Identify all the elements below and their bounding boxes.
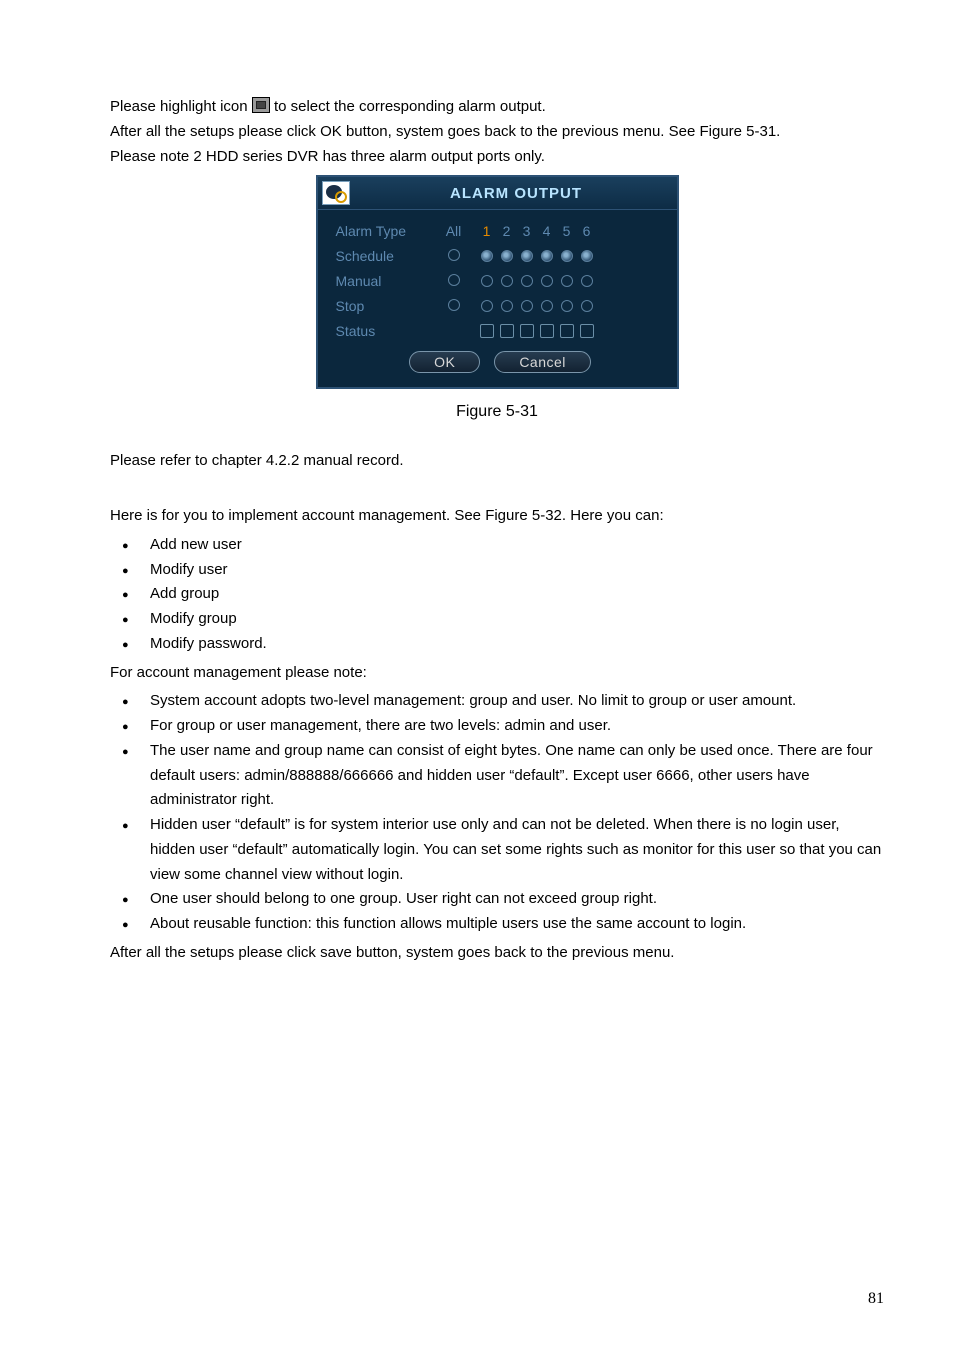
col-3: 3	[520, 223, 534, 239]
stop-radio-2[interactable]	[501, 300, 513, 312]
status-box-1	[480, 324, 494, 338]
label-stop: Stop	[336, 298, 434, 314]
status-box-4	[540, 324, 554, 338]
alarm-title-text: ALARM OUTPUT	[356, 185, 677, 202]
row-schedule: Schedule	[336, 243, 665, 268]
schedule-all-radio[interactable]	[448, 249, 460, 261]
manual-radio-6[interactable]	[581, 275, 593, 287]
list-item: The user name and group name can consist…	[150, 739, 884, 813]
list-item: System account adopts two-level manageme…	[150, 689, 884, 714]
col-4: 4	[540, 223, 554, 239]
alarm-output-panel: ALARM OUTPUT Alarm Type All 1 2 3 4 5 6	[316, 175, 679, 389]
figure-5-31: ALARM OUTPUT Alarm Type All 1 2 3 4 5 6	[110, 175, 884, 421]
manual-radio-5[interactable]	[561, 275, 573, 287]
account-closing: After all the setups please click save b…	[110, 941, 884, 966]
manual-radio-2[interactable]	[501, 275, 513, 287]
schedule-radio-6[interactable]	[581, 250, 593, 262]
schedule-radio-1[interactable]	[481, 250, 493, 262]
figure-caption: Figure 5-31	[110, 403, 884, 421]
list-item: About reusable function: this function a…	[150, 912, 884, 937]
list-item: Modify user	[150, 558, 884, 583]
col-2: 2	[500, 223, 514, 239]
ok-button[interactable]: OK	[409, 351, 480, 373]
record-body: Please refer to chapter 4.2.2 manual rec…	[110, 449, 884, 474]
row-stop: Stop	[336, 293, 665, 318]
stop-all-radio[interactable]	[448, 299, 460, 311]
account-notes: System account adopts two-level manageme…	[110, 689, 884, 937]
manual-all-radio[interactable]	[448, 274, 460, 286]
manual-radio-4[interactable]	[541, 275, 553, 287]
status-box-5	[560, 324, 574, 338]
label-alarm-type: Alarm Type	[336, 223, 434, 239]
schedule-radio-2[interactable]	[501, 250, 513, 262]
stop-radio-3[interactable]	[521, 300, 533, 312]
alarm-title-bar: ALARM OUTPUT	[318, 177, 677, 210]
col-1: 1	[480, 223, 494, 239]
manual-radio-3[interactable]	[521, 275, 533, 287]
account-items: Add new user Modify user Add group Modif…	[110, 533, 884, 657]
list-item: One user should belong to one group. Use…	[150, 887, 884, 912]
cancel-button[interactable]: Cancel	[494, 351, 591, 373]
intro-paragraph: Please highlight icon to select the corr…	[110, 95, 884, 169]
alarm-header-row: Alarm Type All 1 2 3 4 5 6	[336, 218, 665, 243]
stop-radio-4[interactable]	[541, 300, 553, 312]
status-box-2	[500, 324, 514, 338]
stop-radio-6[interactable]	[581, 300, 593, 312]
manual-radio-1[interactable]	[481, 275, 493, 287]
row-status: Status	[336, 318, 665, 343]
list-item: Add group	[150, 582, 884, 607]
intro-line1b: to select the corresponding alarm output…	[274, 98, 546, 115]
intro-line2: After all the setups please click OK but…	[110, 120, 884, 145]
label-schedule: Schedule	[336, 248, 434, 264]
label-status: Status	[336, 323, 434, 339]
list-item: Modify group	[150, 607, 884, 632]
label-manual: Manual	[336, 273, 434, 289]
list-item: For group or user management, there are …	[150, 714, 884, 739]
account-intro: Here is for you to implement account man…	[110, 504, 884, 529]
list-item: Hidden user “default” is for system inte…	[150, 813, 884, 887]
stop-radio-1[interactable]	[481, 300, 493, 312]
row-manual: Manual	[336, 268, 665, 293]
list-item: Modify password.	[150, 632, 884, 657]
header-all: All	[434, 223, 474, 239]
stop-radio-5[interactable]	[561, 300, 573, 312]
intro-line1a: Please highlight icon	[110, 98, 252, 115]
status-box-6	[580, 324, 594, 338]
intro-line3: Please note 2 HDD series DVR has three a…	[110, 145, 884, 170]
status-box-3	[520, 324, 534, 338]
alarm-logo-icon	[322, 181, 350, 205]
page-number: 81	[868, 1290, 884, 1308]
schedule-radio-4[interactable]	[541, 250, 553, 262]
col-5: 5	[560, 223, 574, 239]
col-6: 6	[580, 223, 594, 239]
account-note-intro: For account management please note:	[110, 661, 884, 686]
list-item: Add new user	[150, 533, 884, 558]
schedule-radio-3[interactable]	[521, 250, 533, 262]
schedule-radio-5[interactable]	[561, 250, 573, 262]
highlight-box-icon	[252, 97, 270, 113]
